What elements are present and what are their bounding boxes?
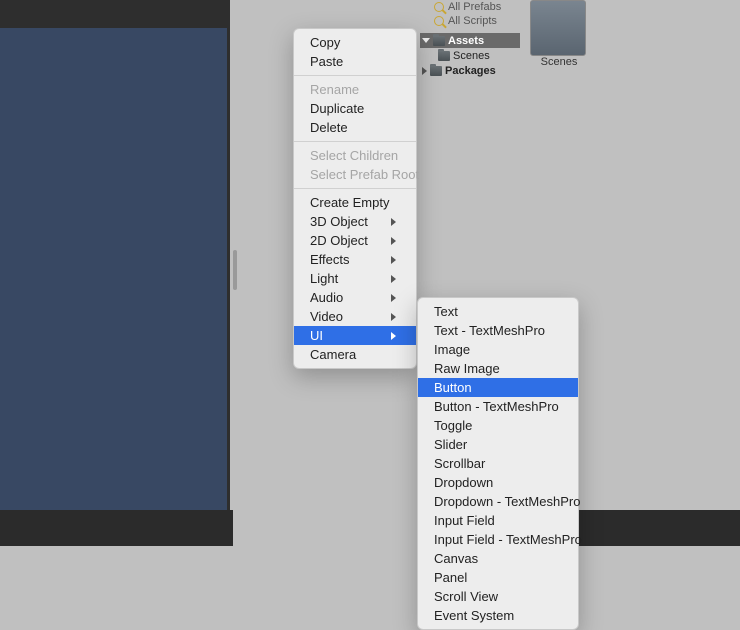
- foldout-icon[interactable]: [422, 38, 430, 43]
- menu-paste[interactable]: Paste: [294, 52, 416, 71]
- menu-rename: Rename: [294, 80, 416, 99]
- submenu-input-field[interactable]: Input Field: [418, 511, 578, 530]
- menu-audio[interactable]: Audio: [294, 288, 416, 307]
- menu-select-children: Select Children: [294, 146, 416, 165]
- submenu-input-field-tmp[interactable]: Input Field - TextMeshPro: [418, 530, 578, 549]
- submenu-dropdown-tmp[interactable]: Dropdown - TextMeshPro: [418, 492, 578, 511]
- menu-light[interactable]: Light: [294, 269, 416, 288]
- filter-all-prefabs[interactable]: All Prefabs: [434, 0, 501, 14]
- tree-label: Assets: [448, 35, 484, 47]
- submenu-scrollbar[interactable]: Scrollbar: [418, 454, 578, 473]
- menu-separator: [294, 75, 416, 76]
- tree-label: Packages: [445, 65, 496, 77]
- submenu-arrow-icon: [391, 275, 396, 283]
- menu-delete[interactable]: Delete: [294, 118, 416, 137]
- menu-2d-object[interactable]: 2D Object: [294, 231, 416, 250]
- menu-effects[interactable]: Effects: [294, 250, 416, 269]
- project-tree: Assets Scenes Packages: [420, 33, 520, 78]
- menu-separator: [294, 188, 416, 189]
- submenu-event-system[interactable]: Event System: [418, 606, 578, 625]
- menu-3d-object[interactable]: 3D Object: [294, 212, 416, 231]
- scene-view-area: [0, 0, 230, 510]
- menu-select-prefab-root: Select Prefab Root: [294, 165, 416, 184]
- tree-item-assets[interactable]: Assets: [420, 33, 520, 48]
- thumb-label: Scenes: [530, 56, 588, 68]
- submenu-image[interactable]: Image: [418, 340, 578, 359]
- tree-item-scenes[interactable]: Scenes: [420, 48, 520, 63]
- submenu-text[interactable]: Text: [418, 302, 578, 321]
- filter-all-scripts[interactable]: All Scripts: [434, 14, 501, 28]
- panel-resize-handle[interactable]: [233, 250, 237, 290]
- submenu-slider[interactable]: Slider: [418, 435, 578, 454]
- submenu-panel[interactable]: Panel: [418, 568, 578, 587]
- submenu-button[interactable]: Button: [418, 378, 578, 397]
- menu-copy[interactable]: Copy: [294, 33, 416, 52]
- submenu-dropdown[interactable]: Dropdown: [418, 473, 578, 492]
- ui-submenu: Text Text - TextMeshPro Image Raw Image …: [417, 297, 579, 630]
- foldout-icon[interactable]: [422, 67, 427, 75]
- hierarchy-context-menu: Copy Paste Rename Duplicate Delete Selec…: [293, 28, 417, 369]
- search-icon: [434, 2, 444, 12]
- menu-video[interactable]: Video: [294, 307, 416, 326]
- submenu-canvas[interactable]: Canvas: [418, 549, 578, 568]
- folder-icon: [438, 51, 450, 61]
- submenu-arrow-icon: [391, 313, 396, 321]
- submenu-arrow-icon: [391, 237, 396, 245]
- submenu-arrow-icon: [391, 256, 396, 264]
- tree-label: Scenes: [453, 50, 490, 62]
- submenu-arrow-icon: [391, 332, 396, 340]
- submenu-toggle[interactable]: Toggle: [418, 416, 578, 435]
- folder-icon: [430, 66, 442, 76]
- filter-label: All Scripts: [448, 15, 497, 27]
- filter-label: All Prefabs: [448, 1, 501, 13]
- tree-item-packages[interactable]: Packages: [420, 63, 520, 78]
- submenu-text-tmp[interactable]: Text - TextMeshPro: [418, 321, 578, 340]
- folder-icon: [433, 36, 445, 46]
- project-filters: All Prefabs All Scripts: [434, 0, 501, 28]
- submenu-button-tmp[interactable]: Button - TextMeshPro: [418, 397, 578, 416]
- menu-create-empty[interactable]: Create Empty: [294, 193, 416, 212]
- menu-ui[interactable]: UI: [294, 326, 416, 345]
- submenu-arrow-icon: [391, 218, 396, 226]
- search-icon: [434, 16, 444, 26]
- menu-separator: [294, 141, 416, 142]
- menu-duplicate[interactable]: Duplicate: [294, 99, 416, 118]
- submenu-raw-image[interactable]: Raw Image: [418, 359, 578, 378]
- submenu-arrow-icon: [391, 294, 396, 302]
- asset-thumbnail-scenes[interactable]: Scenes: [530, 0, 588, 68]
- menu-camera[interactable]: Camera: [294, 345, 416, 364]
- submenu-scroll-view[interactable]: Scroll View: [418, 587, 578, 606]
- folder-icon: [530, 0, 586, 56]
